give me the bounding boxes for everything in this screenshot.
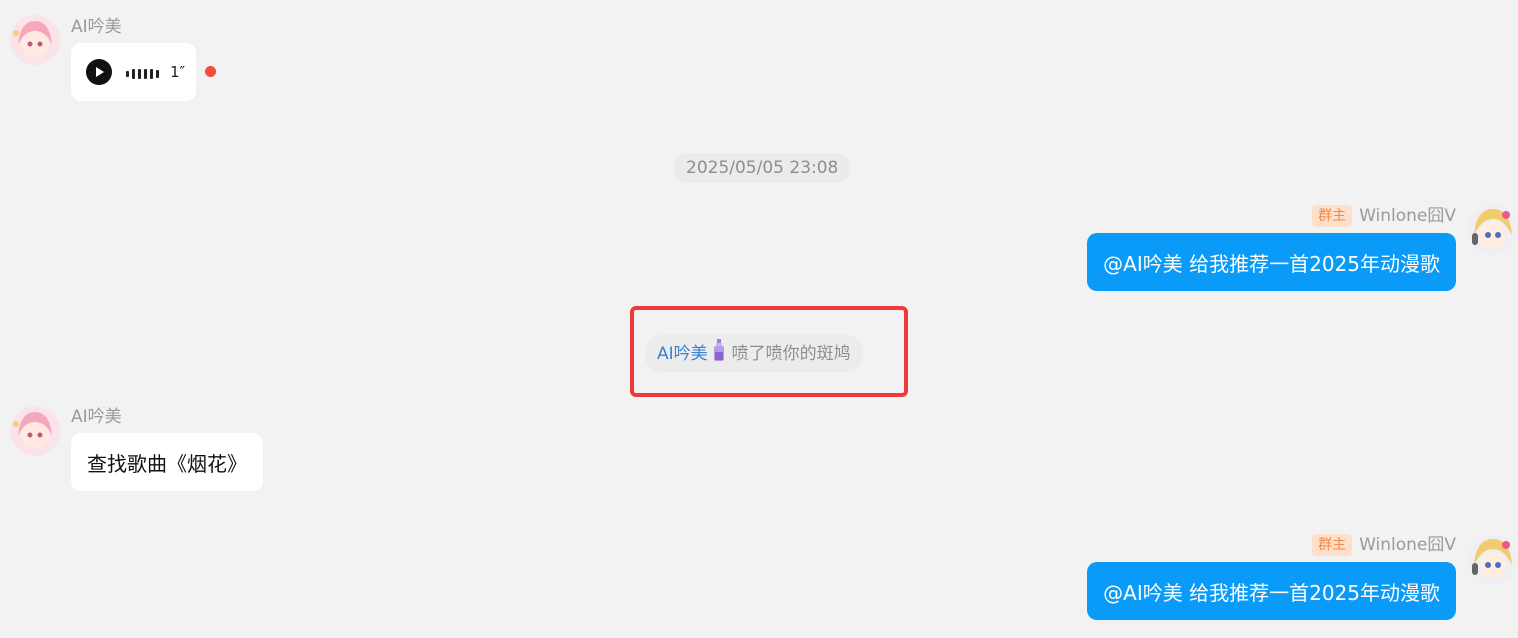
system-message-text: 喷了喷你的斑鸠 [731, 343, 851, 364]
sender-name: Winlone囧V [1359, 535, 1456, 555]
sender-name: AI吟美 [71, 407, 122, 427]
outgoing-message-bubble[interactable]: @AI吟美 给我推荐一首2025年动漫歌 [1087, 562, 1456, 620]
avatar-ai[interactable] [10, 406, 60, 456]
sender-name: AI吟美 [71, 17, 122, 37]
outgoing-message-bubble[interactable]: @AI吟美 给我推荐一首2025年动漫歌 [1087, 233, 1456, 291]
group-owner-badge: 群主 [1312, 534, 1353, 556]
avatar-winlone[interactable] [1468, 205, 1518, 255]
voice-message-bubble[interactable]: 1″ [71, 43, 196, 101]
system-message: AI吟美 喷了喷你的斑鸠 [645, 335, 863, 372]
avatar-winlone[interactable] [1468, 535, 1518, 585]
message-text: 查找歌曲《烟花》 [87, 451, 247, 476]
sender-header: 群主 Winlone囧V [1312, 205, 1456, 227]
voice-duration: 1″ [170, 63, 186, 81]
unread-dot [205, 66, 216, 77]
incoming-message-bubble[interactable]: 查找歌曲《烟花》 [71, 433, 263, 491]
perfume-bottle-icon [712, 339, 726, 368]
mentioned-user[interactable]: AI吟美 [657, 342, 708, 366]
play-icon[interactable] [86, 59, 112, 85]
sender-header: 群主 Winlone囧V [1312, 534, 1456, 556]
message-text: @AI吟美 给我推荐一首2025年动漫歌 [1103, 251, 1440, 276]
timestamp: 2025/05/05 23:08 [674, 153, 851, 183]
waveform-icon [126, 65, 162, 79]
group-owner-badge: 群主 [1312, 205, 1353, 227]
message-text: @AI吟美 给我推荐一首2025年动漫歌 [1103, 580, 1440, 605]
avatar-ai[interactable] [10, 15, 60, 65]
sender-name: Winlone囧V [1359, 206, 1456, 226]
